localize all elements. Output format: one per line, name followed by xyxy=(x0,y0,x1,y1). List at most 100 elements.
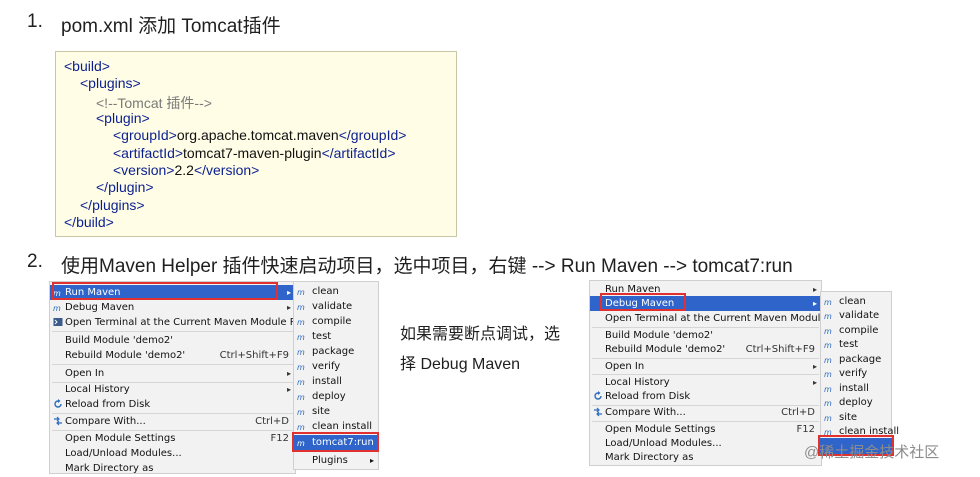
gear-icon: m xyxy=(297,288,305,296)
goal-clean[interactable]: m clean xyxy=(821,294,891,309)
compare-icon xyxy=(54,416,62,426)
chevron-right-icon: ▸ xyxy=(812,378,817,387)
svg-text:m: m xyxy=(824,370,832,378)
menu-item-rebuild-module[interactable]: Rebuild Module 'demo2' Ctrl+Shift+F9 xyxy=(50,348,295,363)
code-plugin-close: </plugin> xyxy=(96,179,154,195)
svg-text:m: m xyxy=(824,414,832,422)
svg-text:m: m xyxy=(297,348,305,356)
menu-item-rebuild-module[interactable]: Rebuild Module 'demo2' Ctrl+Shift+F9 xyxy=(590,342,821,357)
menu-item-reload-from-disk[interactable]: Reload from Disk xyxy=(50,397,295,412)
code-plugin-open: <plugin> xyxy=(96,110,150,126)
svg-text:m: m xyxy=(824,312,832,320)
step-text: 使用Maven Helper 插件快速启动项目，选中项目，右键 --> Run … xyxy=(61,256,793,277)
menu-item-open-terminal[interactable]: Open Terminal at the Current Maven Modul… xyxy=(50,315,312,330)
step-number: 2. xyxy=(27,251,43,272)
gear-icon: m xyxy=(824,312,832,320)
shortcut-label: F12 xyxy=(270,433,289,444)
goal-package[interactable]: m package xyxy=(294,344,378,359)
watermark: @稀土掘金技术社区 xyxy=(804,444,940,461)
svg-text:m: m xyxy=(297,288,305,296)
menu-separator xyxy=(52,364,293,365)
menu-item-open-in[interactable]: Open In ▸ xyxy=(50,366,295,381)
menu-item-compare-with[interactable]: Compare With... Ctrl+D xyxy=(50,414,295,429)
shortcut-label: Ctrl+D xyxy=(255,416,289,427)
menu-item-compare-with[interactable]: Compare With... Ctrl+D xyxy=(590,405,821,420)
code-artifactid-line: <artifactId>tomcat7-maven-plugin</artifa… xyxy=(113,145,396,161)
terminal-icon xyxy=(53,318,63,326)
step-number: 1. xyxy=(27,11,43,32)
gear-icon: m xyxy=(824,327,832,335)
gear-icon: m xyxy=(824,385,832,393)
goal-deploy[interactable]: m deploy xyxy=(821,395,891,410)
menu-item-reload-from-disk[interactable]: Reload from Disk xyxy=(590,389,821,404)
goal-test[interactable]: m test xyxy=(821,337,891,352)
gear-icon: m xyxy=(824,298,832,306)
gear-icon: m xyxy=(824,399,832,407)
menu-item-mark-directory[interactable]: Mark Directory as xyxy=(50,461,295,476)
goal-test[interactable]: m test xyxy=(294,329,378,344)
menu-item-load-unload-modules[interactable]: Load/Unload Modules... xyxy=(50,446,295,461)
svg-text:m: m xyxy=(824,356,832,364)
pom-code-block: <build> <plugins> <!--Tomcat 插件--> <plug… xyxy=(55,51,457,237)
code-build-close: </build> xyxy=(64,214,114,230)
menu-item-open-terminal[interactable]: Open Terminal at the Current Maven Modul… xyxy=(590,311,852,326)
goal-verify[interactable]: m verify xyxy=(821,366,891,381)
svg-text:m: m xyxy=(824,327,832,335)
gear-icon: m xyxy=(297,318,305,326)
goal-install[interactable]: m install xyxy=(294,374,378,389)
svg-text:m: m xyxy=(297,318,305,326)
chevron-right-icon: ▸ xyxy=(812,362,817,371)
goal-plugins[interactable]: Plugins ▸ xyxy=(294,453,378,468)
menu-item-local-history[interactable]: Local History ▸ xyxy=(50,382,295,397)
code-groupid-line: <groupId>org.apache.tomcat.maven</groupI… xyxy=(113,127,407,143)
highlight-tomcat7-run xyxy=(292,432,379,452)
svg-text:m: m xyxy=(297,378,305,386)
menu-item-open-module-settings[interactable]: Open Module Settings F12 xyxy=(50,431,295,446)
menu-item-build-module[interactable]: Build Module 'demo2' xyxy=(590,328,821,343)
svg-text:m: m xyxy=(297,408,305,416)
goal-deploy[interactable]: m deploy xyxy=(294,389,378,404)
goal-site[interactable]: m site xyxy=(821,410,891,425)
menu-item-open-in[interactable]: Open In ▸ xyxy=(590,359,821,374)
goal-compile[interactable]: m compile xyxy=(821,323,891,338)
gear-icon: m xyxy=(297,303,305,311)
goal-compile[interactable]: m compile xyxy=(294,314,378,329)
chevron-right-icon: ▸ xyxy=(286,385,291,394)
compare-icon xyxy=(594,407,602,417)
goal-site[interactable]: m site xyxy=(294,404,378,419)
chevron-right-icon: ▸ xyxy=(286,369,291,378)
context-menu-left: m Run Maven ▸ m Debug Maven ▸ Open Termi… xyxy=(49,281,312,476)
goal-verify[interactable]: m verify xyxy=(294,359,378,374)
goal-validate[interactable]: m validate xyxy=(294,299,378,314)
menu-item-local-history[interactable]: Local History ▸ xyxy=(590,375,821,390)
goal-install[interactable]: m install xyxy=(821,381,891,396)
svg-text:m: m xyxy=(297,303,305,311)
gear-icon: m xyxy=(297,348,305,356)
debug-note-line2: 择 Debug Maven xyxy=(400,356,521,373)
chevron-right-icon: ▸ xyxy=(812,285,817,294)
gear-icon: m xyxy=(824,356,832,364)
goal-clean[interactable]: m clean xyxy=(294,284,378,299)
gear-icon: m xyxy=(297,423,305,431)
svg-text:m: m xyxy=(297,333,305,341)
svg-text:m: m xyxy=(824,298,832,306)
menu-item-open-module-settings[interactable]: Open Module Settings F12 xyxy=(590,422,821,437)
reload-icon xyxy=(594,391,602,400)
highlight-debug-maven xyxy=(600,293,686,311)
maven-goals-submenu-right: m clean m validate m compile m test m pa… xyxy=(820,291,899,441)
svg-text:m: m xyxy=(824,399,832,407)
shortcut-label: F12 xyxy=(796,424,815,435)
gear-icon: m xyxy=(297,393,305,401)
svg-text:m: m xyxy=(53,304,61,312)
menu-item-load-unload-modules[interactable]: Load/Unload Modules... xyxy=(590,436,821,451)
svg-text:m: m xyxy=(824,385,832,393)
goal-validate[interactable]: m validate xyxy=(821,308,891,323)
menu-item-debug-maven[interactable]: m Debug Maven ▸ xyxy=(50,300,295,315)
code-version-line: <version>2.2</version> xyxy=(113,162,260,178)
goal-package[interactable]: m package xyxy=(821,352,891,367)
menu-item-mark-directory[interactable]: Mark Directory as xyxy=(590,450,821,465)
shortcut-label: Ctrl+D xyxy=(781,407,815,418)
gear-icon: m xyxy=(297,363,305,371)
menu-item-build-module[interactable]: Build Module 'demo2' xyxy=(50,333,295,348)
gear-icon: m xyxy=(297,378,305,386)
